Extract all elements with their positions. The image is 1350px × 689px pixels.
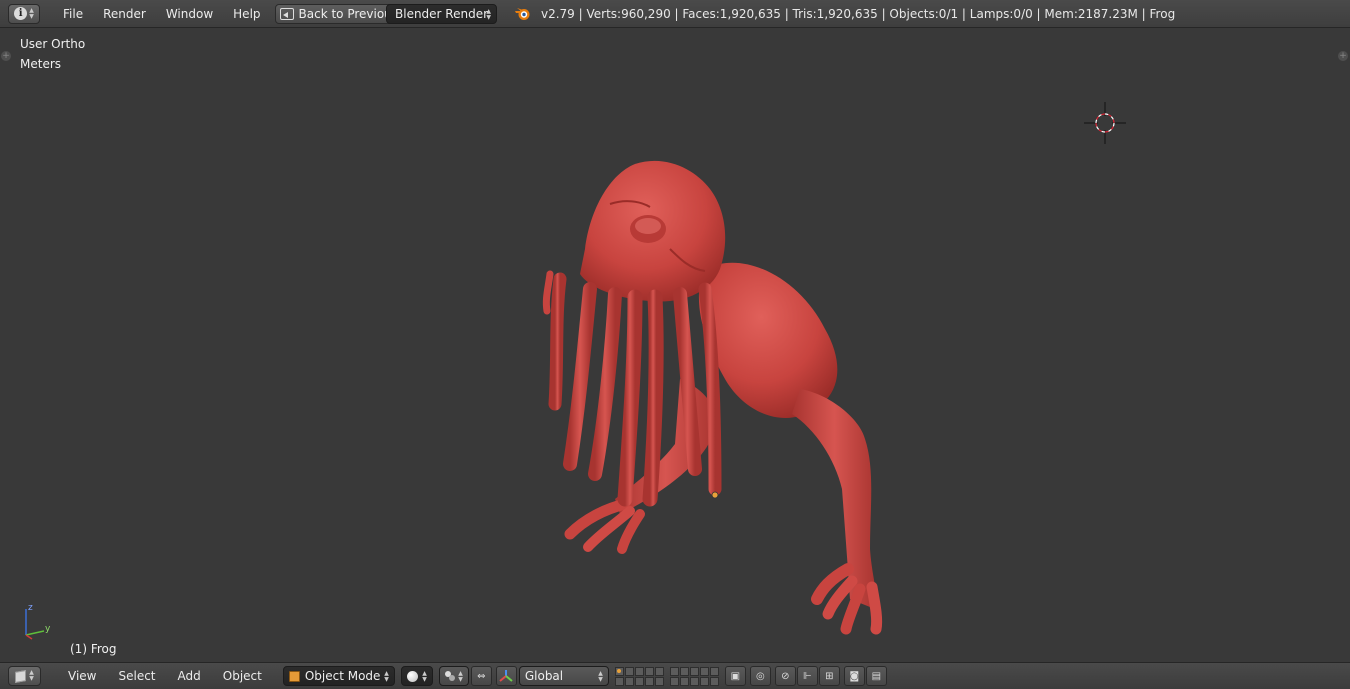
dropdown-arrows-icon: ▲ ▼: [598, 670, 603, 683]
axis-y-label: y: [45, 624, 51, 634]
transform-axes-icon: [499, 670, 513, 682]
axis-z-label: z: [28, 603, 33, 613]
screen-back-icon: [279, 7, 294, 20]
transform-orientation-dropdown[interactable]: Global ▲ ▼: [518, 666, 609, 686]
transform-orientation-value: Global: [524, 669, 564, 683]
manipulator-icon: ⇔: [477, 670, 486, 682]
menu-view[interactable]: View: [57, 665, 107, 687]
solid-shading-icon: [406, 670, 418, 682]
info-header: i ▲ ▼ File Render Window Help Back to Pre…: [0, 0, 1350, 28]
layer-4-button[interactable]: [644, 666, 654, 676]
axis-gizmo: z y: [25, 603, 51, 640]
layer-17-button[interactable]: [679, 676, 689, 686]
camera-icon: ◙: [849, 670, 860, 682]
layer-10-button[interactable]: [709, 666, 719, 676]
top-menu: File Render Window Help: [53, 3, 271, 25]
menu-object[interactable]: Object: [212, 665, 273, 687]
view3d-menu: View Select Add Object: [57, 665, 273, 687]
3d-cursor-icon: [1084, 102, 1126, 144]
dropdown-arrows-icon: ▲ ▼: [422, 670, 427, 683]
info-icon: i: [14, 7, 28, 20]
viewport-shading-dropdown[interactable]: ▲ ▼: [400, 666, 433, 686]
layer-16-button[interactable]: [669, 676, 679, 686]
layer-14-button[interactable]: [644, 676, 654, 686]
lock-layers-button[interactable]: ▣: [724, 666, 746, 686]
layer-2-button[interactable]: [624, 666, 634, 676]
editor-type-selector[interactable]: i ▲ ▼: [8, 3, 40, 24]
dropdown-arrows-icon: ▲ ▼: [384, 670, 389, 683]
object-mode-icon: [288, 670, 300, 682]
layer-13-button[interactable]: [634, 676, 644, 686]
menu-render[interactable]: Render: [93, 3, 156, 25]
snap-element-button[interactable]: ⊩: [796, 666, 818, 686]
scene-layers-group-2: [669, 666, 719, 686]
properties-expand-icon[interactable]: +: [1338, 51, 1348, 61]
interaction-mode-value: Object Mode: [304, 669, 381, 683]
proportional-edit-icon: ◎: [755, 670, 765, 682]
layer-18-button[interactable]: [689, 676, 699, 686]
opengl-render-animation-button[interactable]: ▤: [865, 666, 887, 686]
snap-toggle-button[interactable]: ⊘: [774, 666, 796, 686]
interaction-mode-dropdown[interactable]: Object Mode ▲ ▼: [282, 666, 395, 686]
layer-3-button[interactable]: [634, 666, 644, 676]
dropdown-arrows-icon: ▲ ▼: [458, 670, 463, 683]
layer-8-button[interactable]: [689, 666, 699, 676]
proportional-editing-button[interactable]: ◎: [749, 666, 771, 686]
layer-6-button[interactable]: [669, 666, 679, 676]
menu-add[interactable]: Add: [167, 665, 212, 687]
scene-statistics: v2.79 | Verts:960,290 | Faces:1,920,635 …: [541, 7, 1176, 21]
opengl-render-image-button[interactable]: ◙: [843, 666, 865, 686]
layer-15-button[interactable]: [654, 676, 664, 686]
menu-window[interactable]: Window: [156, 3, 223, 25]
snap-increment-icon: ⊩: [802, 670, 812, 682]
layer-9-button[interactable]: [699, 666, 709, 676]
layer-5-button[interactable]: [654, 666, 664, 676]
pivot-point-icon: [444, 671, 455, 681]
editor-type-selector-3d[interactable]: ▲ ▼: [8, 666, 41, 686]
3d-view-icon: [15, 669, 27, 683]
units-label: Meters: [20, 57, 62, 71]
menu-select[interactable]: Select: [107, 665, 166, 687]
layer-12-button[interactable]: [624, 676, 634, 686]
lock-scene-icon: ▣: [730, 670, 741, 682]
scene-layers-group-1: [614, 666, 664, 686]
render-engine-value: Blender Render: [395, 7, 489, 21]
view-name-label: User Ortho: [20, 37, 86, 51]
layer-1-button[interactable]: [614, 666, 624, 676]
snap-target-button[interactable]: ⊞: [818, 666, 840, 686]
manipulator-toggle-button[interactable]: ⇔: [470, 666, 492, 686]
menu-help[interactable]: Help: [223, 3, 270, 25]
3d-view-header: ▲ ▼ View Select Add Object Object Mode ▲ ▼…: [0, 662, 1350, 689]
active-object-label: (1) Frog: [70, 642, 117, 656]
translate-manipulator-button[interactable]: [495, 666, 517, 686]
menu-file[interactable]: File: [53, 3, 93, 25]
magnet-icon: ⊘: [781, 670, 790, 682]
dropdown-arrows-icon: ▲ ▼: [486, 8, 491, 21]
layer-19-button[interactable]: [699, 676, 709, 686]
clapperboard-icon: ▤: [871, 670, 882, 682]
3d-viewport[interactable]: User Ortho Meters + + z y (1) Frog: [0, 29, 1350, 662]
toolshelf-expand-icon[interactable]: +: [1, 51, 11, 61]
layer-11-button[interactable]: [614, 676, 624, 686]
blender-logo-icon: [515, 8, 530, 20]
layer-7-button[interactable]: [679, 666, 689, 676]
back-to-previous-label: Back to Previous: [298, 6, 399, 21]
up-down-arrows-icon: ▲ ▼: [29, 6, 34, 20]
snap-grid-icon: ⊞: [825, 670, 834, 682]
render-engine-dropdown[interactable]: Blender Render ▲ ▼: [386, 4, 497, 24]
layer-20-button[interactable]: [709, 676, 719, 686]
up-down-arrows-icon: ▲ ▼: [29, 669, 34, 682]
pivot-point-dropdown[interactable]: ▲ ▼: [438, 666, 469, 686]
frog-model[interactable]: [530, 129, 910, 639]
